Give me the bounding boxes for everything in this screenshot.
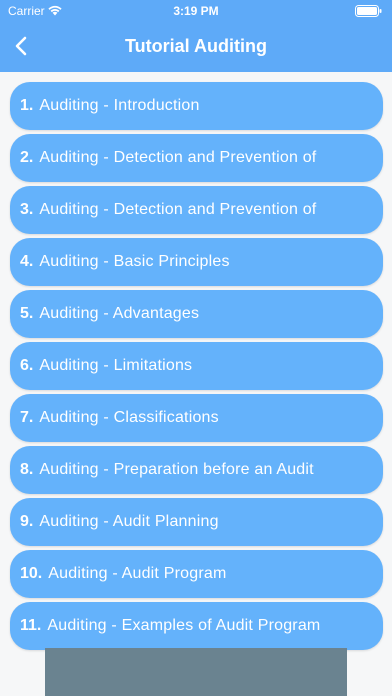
list-item-6[interactable]: 6. Auditing - Limitations [10,342,383,390]
ad-banner[interactable] [45,648,347,696]
list-item-5[interactable]: 5. Auditing - Advantages [10,290,383,338]
item-label: Auditing - Detection and Prevention of [39,201,317,218]
item-label: Auditing - Limitations [39,357,193,374]
item-number: 7. [20,409,34,426]
item-number: 2. [20,149,34,166]
item-label: Auditing - Audit Program [48,565,227,582]
list-item-10[interactable]: 10. Auditing - Audit Program [10,550,383,598]
list-item-8[interactable]: 8. Auditing - Preparation before an Audi… [10,446,383,494]
item-label: Auditing - Basic Principles [39,253,230,270]
list-item-2[interactable]: 2. Auditing - Detection and Prevention o… [10,134,383,182]
item-label: Auditing - Classifications [39,409,219,426]
list-item-9[interactable]: 9. Auditing - Audit Planning [10,498,383,546]
list-item-3[interactable]: 3. Auditing - Detection and Prevention o… [10,186,383,234]
item-number: 4. [20,253,34,270]
list-item-4[interactable]: 4. Auditing - Basic Principles [10,238,383,286]
item-number: 11. [20,617,42,634]
item-number: 10. [20,565,43,582]
list-item-1[interactable]: 1. Auditing - Introduction [10,82,383,130]
item-label: Auditing - Examples of Audit Program [47,617,321,634]
item-label: Auditing - Introduction [39,97,200,114]
status-time: 3:19 PM [173,4,219,18]
item-number: 3. [20,201,34,218]
list-item-11[interactable]: 11. Auditing - Examples of Audit Program [10,602,383,650]
page-title: Tutorial Auditing [125,36,267,56]
item-number: 1. [20,97,34,114]
item-number: 5. [20,305,34,322]
item-label: Auditing - Preparation before an Audit [39,461,314,478]
item-label: Auditing - Audit Planning [39,513,219,530]
item-label: Auditing - Advantages [39,305,200,322]
item-label: Auditing - Detection and Prevention of [39,149,317,166]
item-number: 8. [20,461,34,478]
item-number: 6. [20,357,34,374]
status-bar: Carrier 3:19 PM [0,0,392,22]
battery-icon [355,5,382,17]
list-item-7[interactable]: 7. Auditing - Classifications [10,394,383,442]
item-number: 9. [20,513,34,530]
app-header: Carrier 3:19 PM Tutorial Auditing [0,0,392,72]
